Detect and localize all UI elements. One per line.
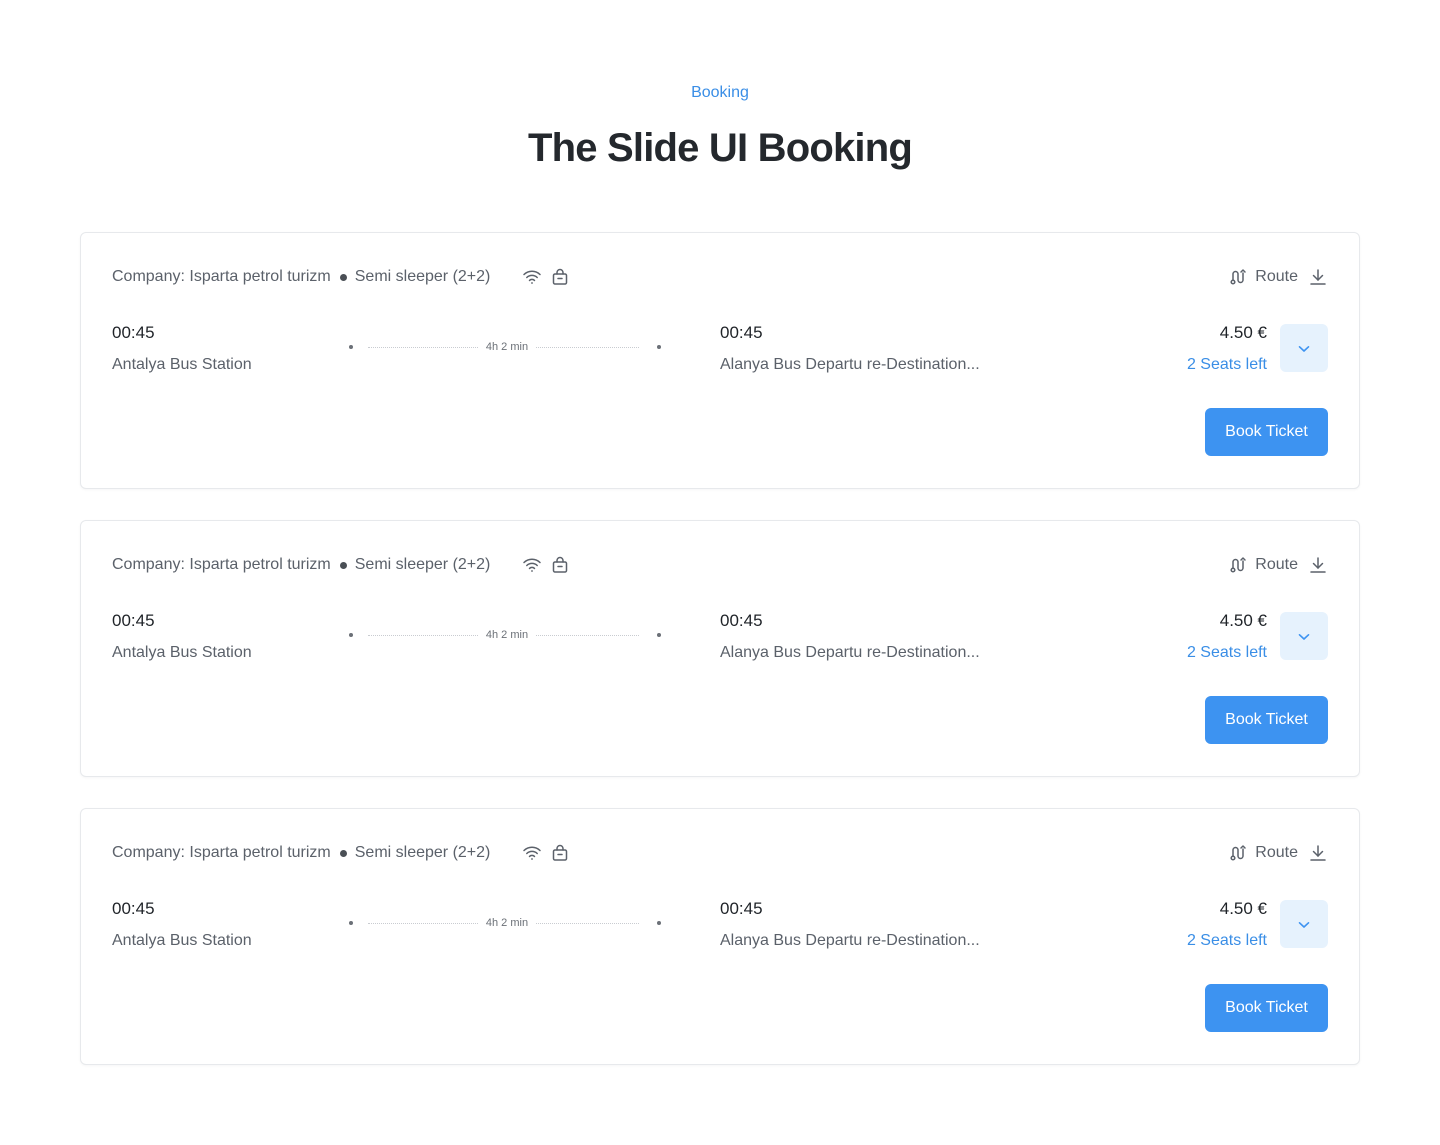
route-link[interactable]: Route (1228, 266, 1328, 288)
arrival: 00:45 Alanya Bus Departu re-Destination.… (720, 899, 980, 951)
company-name: Company: Isparta petrol turizm (112, 556, 331, 573)
timeline-line (368, 347, 478, 348)
departure-time: 00:45 (112, 899, 155, 918)
trip-timeline: 4h 2 min (349, 629, 661, 643)
seats-left: 2 Seats left (1186, 932, 1267, 949)
arrival-station: Alanya Bus Departu re-Destination... (720, 356, 980, 373)
timeline-start-dot (349, 633, 353, 637)
page-header: Booking The Slide UI Booking (0, 0, 1440, 172)
arrival-time: 00:45 (720, 611, 763, 630)
departure-station: Antalya Bus Station (112, 932, 252, 949)
trip-card: Company: Isparta petrol turizm Semi slee… (80, 232, 1360, 489)
price-info: 4.50 € 2 Seats left (1187, 323, 1267, 375)
arrival-time: 00:45 (720, 899, 763, 918)
departure: 00:45 Antalya Bus Station (112, 899, 252, 951)
separator-dot (339, 561, 347, 569)
bus-type: Semi sleeper (2+2) (354, 268, 491, 285)
amenities (522, 267, 570, 287)
trip-timeline: 4h 2 min (349, 917, 661, 931)
expand-button[interactable] (1280, 324, 1328, 372)
page-title: The Slide UI Booking (527, 126, 913, 170)
wifi-icon (522, 843, 542, 863)
route-label[interactable]: Route (1255, 844, 1298, 862)
wifi-icon (522, 555, 542, 575)
trip-meta: Company: Isparta petrol turizm Semi slee… (112, 267, 570, 287)
departure-time: 00:45 (112, 323, 155, 342)
bus-type: Semi sleeper (2+2) (354, 844, 491, 861)
timeline-start-dot (349, 921, 353, 925)
arrival: 00:45 Alanya Bus Departu re-Destination.… (720, 323, 980, 375)
timeline-line (536, 923, 639, 924)
trip-meta: Company: Isparta petrol turizm Semi slee… (112, 843, 570, 863)
departure: 00:45 Antalya Bus Station (112, 323, 252, 375)
trip-list: Company: Isparta petrol turizm Semi slee… (80, 232, 1360, 1096)
trip-duration: 4h 2 min (485, 629, 529, 641)
price-info: 4.50 € 2 Seats left (1187, 611, 1267, 663)
trip-timeline: 4h 2 min (349, 341, 661, 355)
departure-station: Antalya Bus Station (112, 644, 252, 661)
arrival-station: Alanya Bus Departu re-Destination... (720, 932, 980, 949)
chevron-down-icon (1298, 629, 1310, 644)
departure-time: 00:45 (112, 611, 155, 630)
timeline-line (368, 923, 478, 924)
chevron-down-icon (1298, 917, 1310, 932)
expand-button[interactable] (1280, 612, 1328, 660)
timeline-start-dot (349, 345, 353, 349)
amenities (522, 843, 570, 863)
route-link[interactable]: Route (1228, 842, 1328, 864)
route-icon (1228, 555, 1248, 575)
trip-duration: 4h 2 min (485, 917, 529, 929)
trip-card: Company: Isparta petrol turizm Semi slee… (80, 520, 1360, 777)
book-ticket-button[interactable]: Book Ticket (1205, 408, 1328, 456)
ticket-price: 4.50 € (1219, 323, 1267, 342)
timeline-end-dot (657, 345, 661, 349)
separator-dot (339, 849, 347, 857)
download-icon[interactable] (1308, 555, 1328, 575)
trip-card: Company: Isparta petrol turizm Semi slee… (80, 808, 1360, 1065)
route-icon (1228, 267, 1248, 287)
wifi-icon (522, 267, 542, 287)
luggage-icon (550, 843, 570, 863)
timeline-line (536, 347, 639, 348)
departure-station: Antalya Bus Station (112, 356, 252, 373)
luggage-icon (550, 267, 570, 287)
route-label[interactable]: Route (1255, 268, 1298, 286)
price-info: 4.50 € 2 Seats left (1187, 899, 1267, 951)
route-link[interactable]: Route (1228, 554, 1328, 576)
book-ticket-button[interactable]: Book Ticket (1205, 984, 1328, 1032)
route-label[interactable]: Route (1255, 556, 1298, 574)
ticket-price: 4.50 € (1219, 899, 1267, 918)
ticket-price: 4.50 € (1219, 611, 1267, 630)
amenities (522, 555, 570, 575)
company-name: Company: Isparta petrol turizm (112, 844, 331, 861)
arrival-time: 00:45 (720, 323, 763, 342)
timeline-end-dot (657, 633, 661, 637)
timeline-line (368, 635, 478, 636)
arrival-station: Alanya Bus Departu re-Destination... (720, 644, 980, 661)
route-icon (1228, 843, 1248, 863)
section-eyebrow: Booking (691, 84, 749, 101)
trip-duration: 4h 2 min (485, 341, 529, 353)
seats-left: 2 Seats left (1186, 644, 1267, 661)
timeline-end-dot (657, 921, 661, 925)
booking-page: Booking The Slide UI Booking Company: Is… (0, 0, 1440, 1145)
book-ticket-button[interactable]: Book Ticket (1205, 696, 1328, 744)
chevron-down-icon (1298, 341, 1310, 356)
bus-type: Semi sleeper (2+2) (354, 556, 491, 573)
seats-left: 2 Seats left (1186, 356, 1267, 373)
expand-button[interactable] (1280, 900, 1328, 948)
luggage-icon (550, 555, 570, 575)
company-name: Company: Isparta petrol turizm (112, 268, 331, 285)
trip-meta: Company: Isparta petrol turizm Semi slee… (112, 555, 570, 575)
departure: 00:45 Antalya Bus Station (112, 611, 252, 663)
download-icon[interactable] (1308, 843, 1328, 863)
download-icon[interactable] (1308, 267, 1328, 287)
arrival: 00:45 Alanya Bus Departu re-Destination.… (720, 611, 980, 663)
separator-dot (339, 273, 347, 281)
timeline-line (536, 635, 639, 636)
